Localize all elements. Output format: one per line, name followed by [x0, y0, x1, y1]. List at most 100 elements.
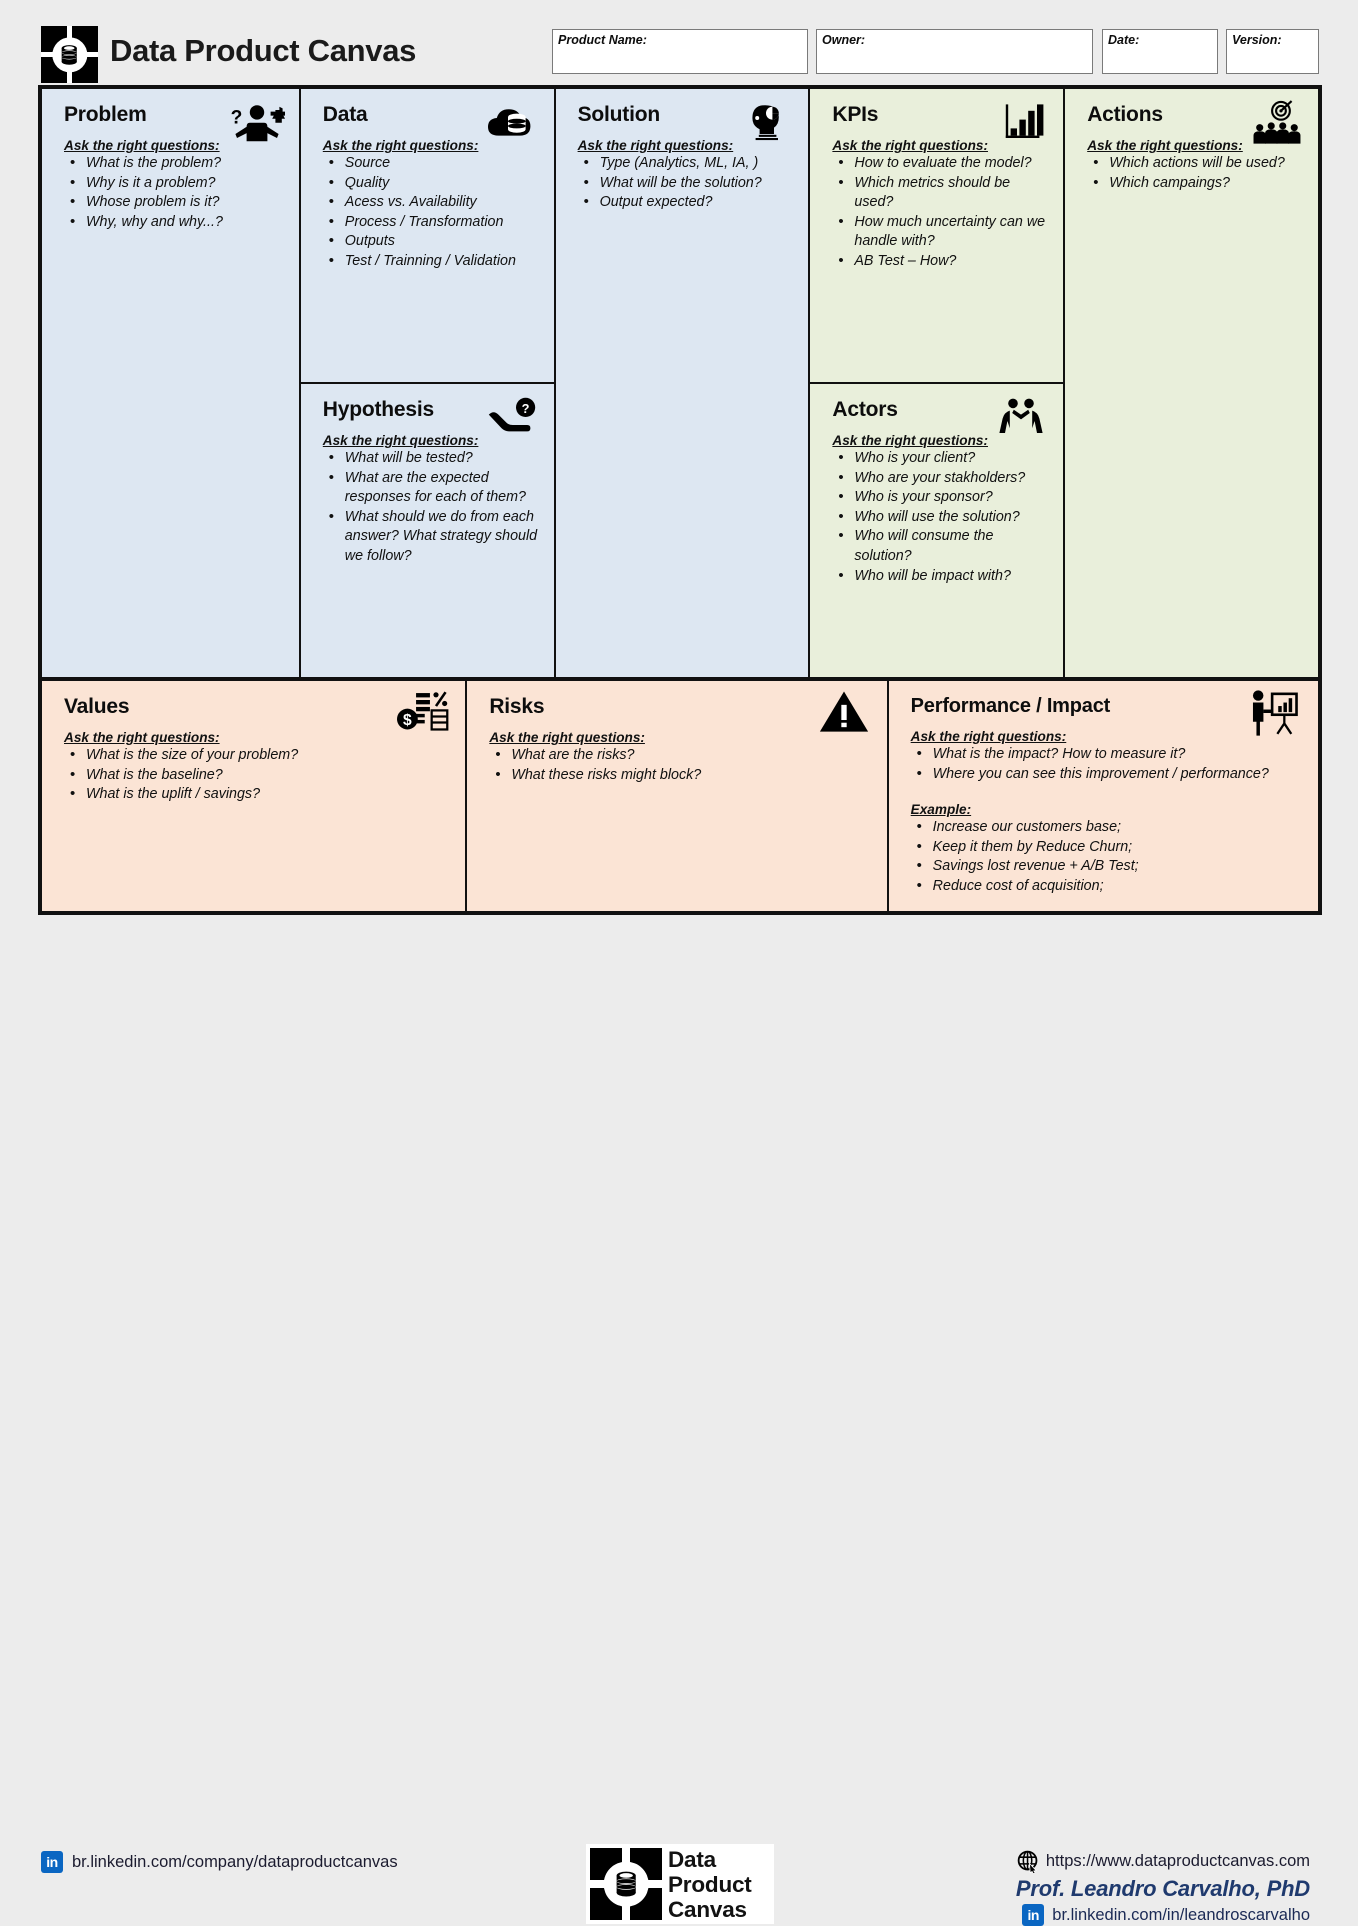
footer-logo-word-2: Product [668, 1871, 752, 1897]
list-item: Output expected? [578, 192, 793, 213]
panel-values-questions: What is the size of your problem?What is… [64, 745, 449, 805]
list-item: Source [323, 153, 538, 174]
panel-problem-questions: What is the problem?Why is it a problem?… [64, 153, 283, 233]
list-item: What these risks might block? [489, 765, 870, 786]
list-item: Which actions will be used? [1087, 153, 1302, 174]
money-percent-icon: $ [397, 689, 449, 737]
list-item: Type (Analytics, ML, IA, ) [578, 153, 793, 174]
page-footer: br.linkedin.com/company/dataproductcanva… [0, 918, 1358, 1926]
presenter-chart-icon [1246, 687, 1300, 739]
footer-brand-logo: Data Product Canvas [586, 1844, 774, 1924]
list-item: Outputs [323, 231, 538, 252]
list-item: What should we do from each answer? What… [323, 507, 538, 567]
list-item: What is the size of your problem? [64, 745, 449, 766]
panel-actors-questions: Who is your client?Who are your stakhold… [832, 448, 1047, 587]
panel-data[interactable]: Data Ask the right questions: SourceQual… [300, 89, 554, 382]
data-product-canvas-logo-icon-footer [590, 1848, 662, 1920]
list-item: How to evaluate the model? [832, 153, 1047, 174]
author-linkedin-text: br.linkedin.com/in/leandroscarvalho [1052, 1905, 1310, 1924]
panel-kpis[interactable]: KPIs Ask the right questions: How to eva… [810, 89, 1064, 382]
head-profile-chart-icon [738, 99, 794, 145]
panel-values-title: Values [64, 695, 130, 718]
list-item: Whose problem is it? [64, 192, 283, 213]
author-linkedin-link[interactable]: br.linkedin.com/in/leandroscarvalho [1016, 1904, 1310, 1926]
list-item: Where you can see this improvement / per… [911, 764, 1302, 785]
list-item: What will be the solution? [578, 173, 793, 194]
list-item: Who are your stakholders? [832, 468, 1047, 489]
two-people-handshake-icon [993, 394, 1049, 440]
linkedin-icon [41, 1851, 63, 1873]
panel-performance-title: Performance / Impact [910, 695, 1111, 717]
panel-performance-impact[interactable]: Performance / Impact Ask the right quest… [888, 681, 1318, 911]
author-info: https://www.dataproductcanvas.com Prof. … [1016, 1850, 1310, 1926]
panel-hypothesis[interactable]: Hypothesis ? Ask the right questions: Wh… [300, 384, 554, 677]
list-item: Savings lost revenue + A/B Test; [911, 856, 1302, 877]
page-title: Data Product Canvas [110, 33, 417, 68]
panel-risks-title: Risks [489, 695, 545, 718]
author-name: Prof. Leandro Carvalho, PhD [1015, 1876, 1310, 1901]
panel-risks-questions: What are the risks?What these risks migh… [489, 745, 870, 786]
warning-triangle-icon [819, 689, 869, 735]
footer-logo-word-3: Canvas [668, 1896, 747, 1922]
date-label: Date: [1108, 33, 1140, 47]
svg-text:$: $ [403, 712, 412, 729]
list-item: Process / Transformation [323, 212, 538, 233]
website-text: https://www.dataproductcanvas.com [1045, 1852, 1310, 1870]
panel-kpis-questions: How to evaluate the model?Which metrics … [832, 153, 1047, 272]
list-item: Who will consume the solution? [832, 526, 1047, 566]
panel-risks[interactable]: Risks Ask the right questions: What are … [467, 681, 887, 911]
person-shrug-question-puzzle-icon: ? [229, 99, 285, 145]
panel-values-ask-label: Ask the right questions: [64, 730, 220, 746]
panel-actions-questions: Which actions will be used?Which campain… [1087, 153, 1302, 193]
linkedin-icon-author [1022, 1904, 1045, 1926]
data-product-canvas-logo-icon [41, 26, 98, 83]
list-item: What are the risks? [489, 745, 870, 766]
list-item: AB Test – How? [832, 251, 1047, 272]
panel-problem[interactable]: Problem ? Ask the right questions: What … [42, 89, 299, 677]
company-linkedin-link[interactable]: br.linkedin.com/company/dataproductcanva… [41, 1851, 398, 1873]
panel-hypothesis-questions: What will be tested?What are the expecte… [323, 448, 538, 567]
version-field[interactable]: Version: [1226, 29, 1319, 74]
panel-values[interactable]: Values $ Ask the right questions: • What… [42, 681, 466, 911]
list-item: What will be tested? [323, 448, 538, 469]
list-item: What are the expected responses for each… [323, 468, 538, 508]
target-audience-icon [1242, 99, 1304, 151]
canvas-top-row: Problem ? Ask the right questions: What … [42, 89, 1318, 677]
list-item: Who is your sponsor? [832, 487, 1047, 508]
bar-chart-icon [993, 99, 1049, 145]
owner-label: Owner: [822, 33, 866, 47]
panel-solution[interactable]: Solution Ask the right questions: Type (… [555, 89, 809, 677]
list-item: Which metrics should be used? [832, 173, 1047, 213]
list-item: Who is your client? [832, 448, 1047, 469]
canvas-grid: Problem ? Ask the right questions: What … [38, 85, 1322, 915]
panel-data-questions: SourceQualityAcess vs. AvailabilityProce… [323, 153, 538, 272]
database-cylinder-icon-footer [616, 1871, 636, 1897]
list-item: What is the problem? [64, 153, 283, 174]
list-item: Acess vs. Availability [323, 192, 538, 213]
product-name-field[interactable]: Product Name: [552, 29, 808, 74]
panel-actions[interactable]: Actions Ask the right questions: • Which… [1065, 89, 1318, 677]
list-item: Who will be impact with? [832, 566, 1047, 587]
panel-performance-examples: Increase our customers base;Keep it them… [911, 817, 1302, 896]
product-name-label: Product Name: [558, 33, 647, 47]
date-field[interactable]: Date: [1102, 29, 1218, 74]
svg-text:?: ? [230, 108, 242, 129]
cloud-database-icon [484, 99, 540, 145]
panel-solution-questions: Type (Analytics, ML, IA, )What will be t… [578, 153, 793, 213]
version-label: Version: [1232, 33, 1282, 47]
panel-performance-questions: What is the impact? How to measure it?Wh… [911, 744, 1302, 785]
panel-performance-ask-label: Ask the right questions: [910, 729, 1067, 744]
panel-performance-example-label: Example: [910, 802, 972, 818]
owner-field[interactable]: Owner: [816, 29, 1093, 74]
list-item: What is the baseline? [64, 765, 449, 786]
list-item: Why, why and why...? [64, 212, 283, 233]
list-item: What is the impact? How to measure it? [911, 744, 1302, 765]
canvas-bottom-row: Values $ Ask the right questions: • What… [42, 681, 1318, 911]
website-link[interactable]: https://www.dataproductcanvas.com [1016, 1850, 1310, 1873]
list-item: Test / Trainning / Validation [323, 251, 538, 272]
list-item: Quality [323, 173, 538, 194]
list-item: How much uncertainty can we handle with? [832, 212, 1047, 252]
panel-actors[interactable]: Actors Ask the right questions: Who is y… [810, 384, 1064, 677]
hand-question-mark-icon: ? [484, 394, 540, 440]
globe-icon [1017, 1850, 1038, 1873]
